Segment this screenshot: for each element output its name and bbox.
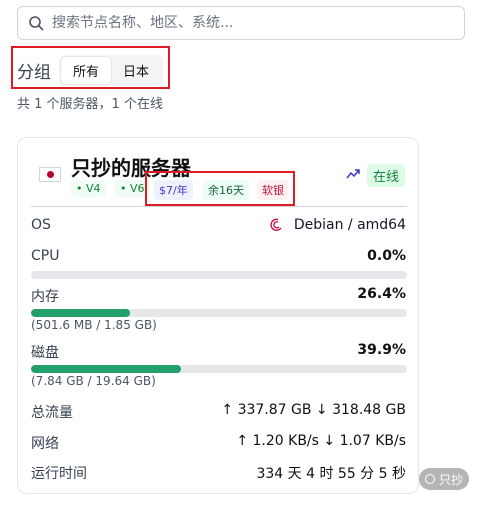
debian-icon (270, 218, 282, 231)
cpu-value: 0.0% (367, 248, 406, 264)
watermark-text: 只抄 (439, 472, 464, 487)
uptime-value: 334 天 4 时 55 分 5 秒 (256, 466, 406, 482)
memory-bar (31, 309, 407, 317)
disk-bar (31, 365, 407, 373)
uptime-label: 运行时间 (31, 466, 87, 482)
os-text: Debian / amd64 (293, 217, 406, 233)
highlight-box-tags (145, 171, 295, 206)
cpu-label: CPU (31, 248, 60, 264)
watermark: 只抄 (419, 468, 470, 490)
disk-detail: (7.84 GB / 19.64 GB) (31, 374, 156, 388)
traffic-label: 总流量 (31, 405, 73, 421)
trend-icon (346, 169, 360, 179)
memory-value: 26.4% (357, 286, 406, 302)
status-badge: 在线 (367, 164, 406, 187)
ipv4-badge: • V4 (71, 180, 106, 197)
search-icon (29, 16, 44, 31)
network-value: ↑ 1.20 KB/s ↓ 1.07 KB/s (236, 433, 406, 449)
highlight-box-group (11, 46, 170, 89)
search-input[interactable] (52, 8, 457, 38)
jp-flag-icon (39, 167, 61, 182)
memory-bar-fill (31, 309, 131, 317)
disk-bar-fill (31, 365, 182, 373)
search-box[interactable] (17, 6, 465, 40)
server-summary: 共 1 个服务器，1 个在线 (17, 97, 163, 112)
memory-detail: (501.6 MB / 1.85 GB) (31, 318, 157, 332)
cpu-bar (31, 271, 407, 279)
memory-label: 内存 (31, 289, 59, 305)
traffic-value: ↑ 337.87 GB ↓ 318.48 GB (221, 402, 406, 418)
divider (31, 206, 407, 207)
network-label: 网络 (31, 436, 59, 452)
os-value: Debian / amd64 (269, 217, 406, 233)
watermark-icon (425, 474, 435, 484)
disk-label: 磁盘 (31, 345, 59, 361)
os-label: OS (31, 217, 51, 233)
disk-value: 39.9% (357, 342, 406, 358)
